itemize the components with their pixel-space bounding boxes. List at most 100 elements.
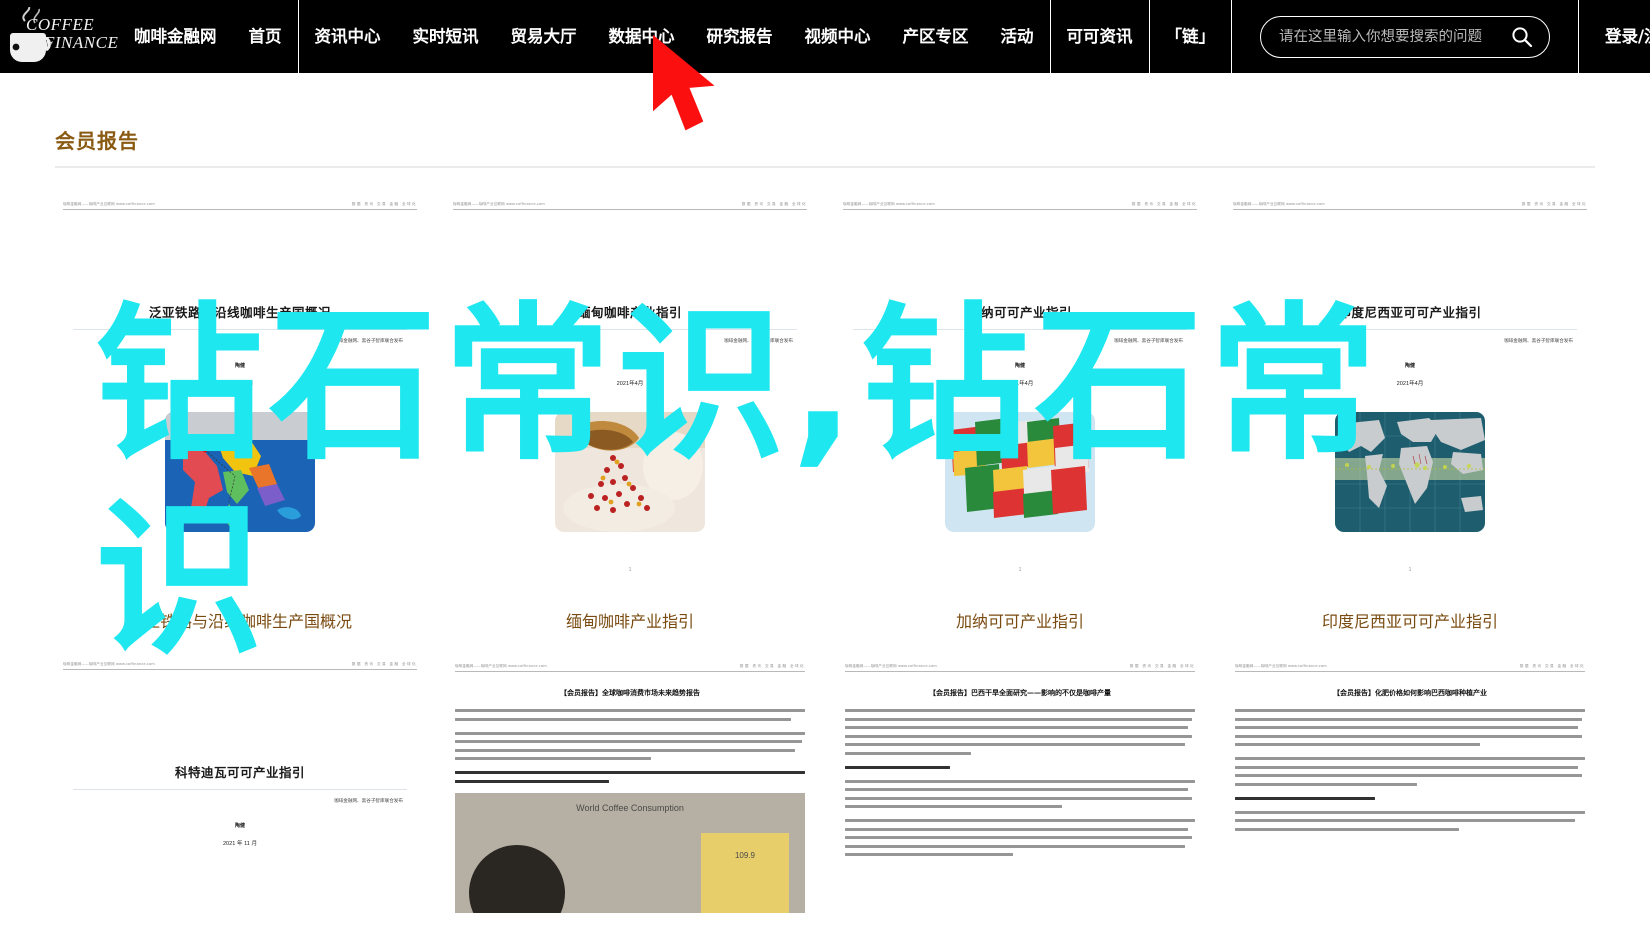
report-card[interactable]: 咖啡金融网——咖啡产业互联网 www.coffinance.com 数据 资讯 … bbox=[445, 190, 815, 632]
logo-line-2: FINANCE bbox=[44, 32, 119, 52]
document-page: 咖啡金融网——咖啡产业互联网 www.coffinance.com 数据 资讯 … bbox=[1225, 650, 1595, 942]
doc-page-number: 1 bbox=[1408, 567, 1412, 573]
nav-item-coffee-finance[interactable]: 咖啡金融网 bbox=[118, 0, 233, 73]
document-page: 咖啡金融网——咖啡产业互联网 www.coffinance.com 数据 资讯 … bbox=[445, 650, 815, 942]
article-title: 【会员报告】化肥价格如何影响巴西咖啡种植产业 bbox=[1333, 689, 1487, 697]
doc-author: 陶健 bbox=[234, 823, 245, 829]
report-card[interactable]: 咖啡金融网——咖啡产业互联网 www.coffinance.com 数据 资讯 … bbox=[55, 650, 425, 942]
document-header: 咖啡金融网——咖啡产业互联网 www.coffinance.com 数据 资讯 … bbox=[1235, 664, 1585, 672]
doc-header-right: 数据 资讯 交易 金融 全球化 bbox=[739, 664, 805, 668]
report-thumbnail[interactable]: 咖啡金融网——咖啡产业互联网 www.coffinance.com 数据 资讯 … bbox=[445, 190, 815, 595]
doc-page-number: 1 bbox=[238, 567, 242, 573]
southeast-asia-rail-map-image bbox=[165, 412, 315, 532]
nav-item-news-center[interactable]: 资讯中心 bbox=[299, 0, 397, 73]
doc-title-rule bbox=[73, 789, 407, 790]
article-paragraph bbox=[1235, 810, 1585, 831]
nav-item-realtime-flash[interactable]: 实时短讯 bbox=[397, 0, 495, 73]
nav-item-events[interactable]: 活动 bbox=[985, 0, 1050, 73]
article-paragraph bbox=[845, 819, 1195, 856]
doc-publisher: 咖啡金融网、黑谷子智库联合发布 bbox=[334, 338, 403, 343]
document-header: 咖啡金融网——咖啡产业互联网 www.coffinance.com 数据 资讯 … bbox=[455, 664, 805, 672]
doc-publisher: 咖啡金融网、黑谷子智库联合发布 bbox=[1114, 338, 1183, 343]
search-input[interactable] bbox=[1279, 28, 1511, 45]
search-area bbox=[1232, 15, 1578, 58]
doc-title-rule bbox=[1243, 329, 1577, 330]
article-paragraph bbox=[1235, 709, 1585, 746]
nav-item-video-center[interactable]: 视频中心 bbox=[789, 0, 887, 73]
doc-header-left: 咖啡金融网——咖啡产业互联网 www.coffinance.com bbox=[843, 202, 935, 206]
site-logo[interactable]: COFFEE FINANCE bbox=[0, 0, 118, 73]
report-card[interactable]: 咖啡金融网——咖啡产业互联网 www.coffinance.com 数据 资讯 … bbox=[1225, 190, 1595, 632]
report-card[interactable]: 咖啡金融网——咖啡产业互联网 www.coffinance.com 数据 资讯 … bbox=[445, 650, 815, 942]
doc-cover-title: 缅甸咖啡产业指引 bbox=[577, 305, 682, 320]
report-thumbnail[interactable]: 咖啡金融网——咖啡产业互联网 www.coffinance.com 数据 资讯 … bbox=[55, 650, 425, 942]
nav-item-chain[interactable]: 「链」 bbox=[1150, 0, 1232, 73]
nav-item-origin-zone[interactable]: 产区专区 bbox=[887, 0, 985, 73]
nav-group-chain: 「链」 bbox=[1150, 0, 1232, 73]
doc-header-left: 咖啡金融网——咖啡产业互联网 www.coffinance.com bbox=[63, 662, 155, 666]
world-coffee-consumption-chart: World Coffee Consumption 109.9 bbox=[455, 792, 805, 913]
document-page: 咖啡金融网——咖啡产业互联网 www.coffinance.com 数据 资讯 … bbox=[835, 190, 1205, 595]
article-paragraph bbox=[1235, 757, 1585, 786]
doc-page-number: 1 bbox=[1018, 567, 1022, 573]
document-header: 咖啡金融网——咖啡产业互联网 www.coffinance.com 数据 资讯 … bbox=[1233, 202, 1587, 210]
doc-publisher: 咖啡金融网、黑谷子智库联合发布 bbox=[334, 798, 403, 803]
section-divider bbox=[55, 166, 1595, 168]
doc-author: 陶健 bbox=[1404, 363, 1415, 369]
article-paragraph bbox=[845, 765, 1195, 769]
report-thumbnail[interactable]: 咖啡金融网——咖啡产业互联网 www.coffinance.com 数据 资讯 … bbox=[55, 190, 425, 595]
document-header: 咖啡金融网——咖啡产业互联网 www.coffinance.com 数据 资讯 … bbox=[63, 662, 417, 670]
report-card-title[interactable]: 加纳可可产业指引 bbox=[835, 595, 1205, 632]
report-card-title[interactable]: 印度尼西亚可可产业指引 bbox=[1225, 595, 1595, 632]
article-paragraph bbox=[455, 709, 805, 721]
report-card[interactable]: 咖啡金融网——咖啡产业互联网 www.coffinance.com 数据 资讯 … bbox=[1225, 650, 1595, 942]
nav-group-primary: 咖啡金融网 首页 bbox=[118, 0, 298, 73]
search-box[interactable] bbox=[1260, 15, 1550, 58]
nav-item-trade-hall[interactable]: 贸易大厅 bbox=[495, 0, 593, 73]
report-thumbnail[interactable]: 咖啡金融网——咖啡产业互联网 www.coffinance.com 数据 资讯 … bbox=[445, 650, 815, 942]
report-card[interactable]: 咖啡金融网——咖啡产业互联网 www.coffinance.com 数据 资讯 … bbox=[835, 190, 1205, 632]
doc-header-left: 咖啡金融网——咖啡产业互联网 www.coffinance.com bbox=[453, 202, 545, 206]
report-grid-row-1: 咖啡金融网——咖啡产业互联网 www.coffinance.com 数据 资讯 … bbox=[55, 190, 1595, 632]
report-card[interactable]: 咖啡金融网——咖啡产业互联网 www.coffinance.com 数据 资讯 … bbox=[55, 190, 425, 632]
nav-item-data-center[interactable]: 数据中心 bbox=[593, 0, 691, 73]
doc-date: 2021 年 11 月 bbox=[222, 841, 258, 847]
doc-header-right: 数据 资讯 交易 金融 全球化 bbox=[351, 202, 417, 206]
doc-author: 陶健 bbox=[234, 363, 245, 369]
top-navigation-bar: COFFEE FINANCE 咖啡金融网 首页 资讯中心 实时短讯 贸易大厅 数… bbox=[0, 0, 1650, 131]
doc-header-right: 数据 资讯 交易 金融 全球化 bbox=[1521, 202, 1587, 206]
section-header: 会员报告 bbox=[55, 73, 1595, 168]
doc-title-rule bbox=[73, 329, 407, 330]
search-icon[interactable] bbox=[1511, 26, 1533, 48]
doc-header-left: 咖啡金融网——咖啡产业互联网 www.coffinance.com bbox=[63, 202, 155, 206]
doc-header-right: 数据 资讯 交易 金融 全球化 bbox=[1519, 664, 1585, 668]
nav-item-cocoa-news[interactable]: 可可资讯 bbox=[1051, 0, 1149, 73]
report-card-title[interactable]: 泛亚铁路与沿线咖啡生产国概况 bbox=[55, 595, 425, 632]
doc-header-left: 咖啡金融网——咖啡产业互联网 www.coffinance.com bbox=[455, 664, 547, 668]
doc-publisher: 咖啡金融网、黑谷子智库联合发布 bbox=[1504, 338, 1573, 343]
doc-header-left: 咖啡金融网——咖啡产业互联网 www.coffinance.com bbox=[1233, 202, 1325, 206]
report-card-title[interactable]: 缅甸咖啡产业指引 bbox=[445, 595, 815, 632]
doc-cover-title: 科特迪瓦可可产业指引 bbox=[174, 765, 305, 780]
chart-bar: 109.9 bbox=[701, 832, 789, 913]
nav-item-research-report[interactable]: 研究报告 bbox=[691, 0, 789, 73]
report-thumbnail[interactable]: 咖啡金融网——咖啡产业互联网 www.coffinance.com 数据 资讯 … bbox=[1225, 650, 1595, 942]
document-page: 咖啡金融网——咖啡产业互联网 www.coffinance.com 数据 资讯 … bbox=[1225, 190, 1595, 595]
doc-cover-title: 泛亚铁路与沿线咖啡生产国概况 bbox=[148, 305, 331, 320]
report-thumbnail[interactable]: 咖啡金融网——咖啡产业互联网 www.coffinance.com 数据 资讯 … bbox=[1225, 190, 1595, 595]
doc-date: 2021年4月 bbox=[616, 381, 644, 387]
report-thumbnail[interactable]: 咖啡金融网——咖啡产业互联网 www.coffinance.com 数据 资讯 … bbox=[835, 650, 1205, 942]
document-header: 咖啡金融网——咖啡产业互联网 www.coffinance.com 数据 资讯 … bbox=[845, 664, 1195, 672]
login-register-button[interactable]: 登录/注册 bbox=[1605, 0, 1650, 73]
doc-date: 2021年4月 bbox=[1006, 381, 1034, 387]
article-paragraph bbox=[845, 779, 1195, 808]
report-card[interactable]: 咖啡金融网——咖啡产业互联网 www.coffinance.com 数据 资讯 … bbox=[835, 650, 1205, 942]
document-page: 咖啡金融网——咖啡产业互联网 www.coffinance.com 数据 资讯 … bbox=[835, 650, 1205, 942]
report-grid-row-2: 咖啡金融网——咖啡产业互联网 www.coffinance.com 数据 资讯 … bbox=[55, 650, 1595, 942]
nav-item-home[interactable]: 首页 bbox=[233, 0, 298, 73]
article-paragraph bbox=[455, 771, 805, 783]
article-title: 【会员报告】全球咖啡消费市场未来趋势报告 bbox=[560, 689, 700, 697]
nav-group-cocoa: 可可资讯 bbox=[1051, 0, 1149, 73]
chart-bar-value: 109.9 bbox=[734, 850, 756, 860]
report-thumbnail[interactable]: 咖啡金融网——咖啡产业互联网 www.coffinance.com 数据 资讯 … bbox=[835, 190, 1205, 595]
